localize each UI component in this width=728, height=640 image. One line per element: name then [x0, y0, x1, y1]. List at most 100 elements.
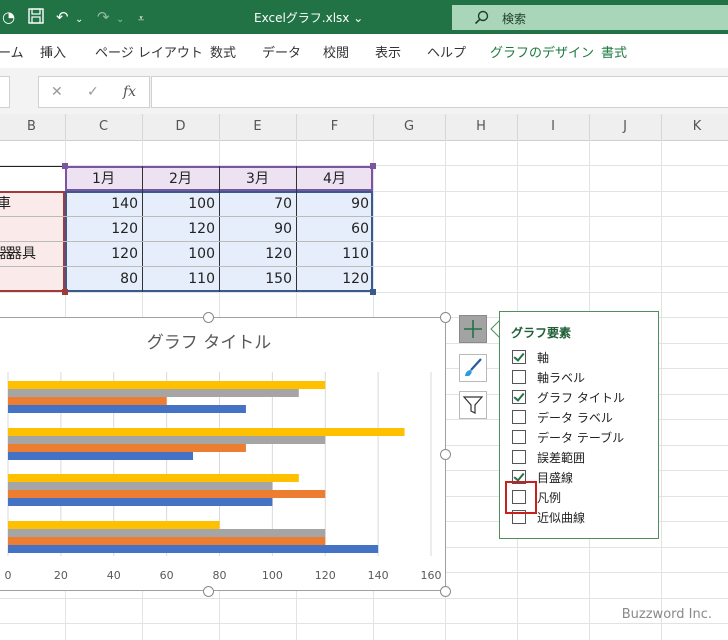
tab-insert[interactable]: 挿入: [40, 42, 66, 61]
column-header-i[interactable]: I: [517, 114, 590, 140]
month-header[interactable]: 3月: [219, 166, 296, 192]
insert-function-icon[interactable]: fx: [123, 84, 136, 100]
search-label: 検索: [502, 12, 527, 26]
value-cell[interactable]: 120: [219, 241, 296, 267]
bar[interactable]: [8, 397, 167, 405]
tab-data[interactable]: データ: [262, 42, 301, 61]
option-label: 誤差範囲: [537, 451, 586, 465]
bar[interactable]: [8, 381, 326, 389]
tab-review[interactable]: 校閲: [323, 42, 349, 61]
bar[interactable]: [8, 405, 246, 413]
option-label: グラフ タイトル: [537, 391, 625, 405]
value-cell[interactable]: 120: [142, 216, 219, 242]
value-cell[interactable]: 120: [65, 241, 142, 267]
bar[interactable]: [8, 482, 273, 490]
save-icon[interactable]: [28, 8, 44, 28]
formula-input[interactable]: [151, 76, 728, 108]
checkbox[interactable]: [512, 430, 526, 444]
value-cell[interactable]: 140: [65, 191, 142, 217]
value-cell[interactable]: 150: [219, 266, 296, 292]
value-cell[interactable]: 90: [219, 216, 296, 242]
value-cell[interactable]: 100: [142, 191, 219, 217]
resize-handle[interactable]: [440, 449, 451, 460]
row-label[interactable]: [0, 266, 61, 292]
column-header-e[interactable]: E: [219, 114, 297, 140]
tab-chart-design[interactable]: グラフのデザイン: [490, 42, 594, 61]
undo-dropdown-icon[interactable]: ⌄: [75, 11, 83, 29]
value-cell[interactable]: 80: [65, 266, 142, 292]
column-header-g[interactable]: G: [373, 114, 446, 140]
resize-handle[interactable]: [440, 312, 451, 323]
bar[interactable]: [8, 428, 405, 436]
bar[interactable]: [8, 537, 326, 545]
formula-buttons: ✕ ✓ fx: [38, 76, 150, 108]
file-name[interactable]: Excelグラフ.xlsx ⌄: [254, 9, 363, 26]
bar[interactable]: [8, 452, 194, 460]
value-cell[interactable]: 120: [65, 216, 142, 242]
column-header-k[interactable]: K: [661, 114, 728, 140]
chart-elements-button[interactable]: [459, 315, 487, 343]
bar[interactable]: [8, 498, 273, 506]
tab-help[interactable]: ヘルプ: [427, 42, 466, 61]
tab-page-layout[interactable]: ページ レイアウト: [95, 42, 203, 61]
enter-icon[interactable]: ✓: [87, 84, 99, 100]
column-header-h[interactable]: H: [445, 114, 518, 140]
chart-elements-icon: [464, 320, 482, 338]
checkbox[interactable]: [512, 390, 526, 404]
redo-icon[interactable]: ↷: [97, 8, 110, 26]
chart-area[interactable]: グラフ タイトル 0 20 40 60 80 100 120 140 160: [0, 317, 446, 591]
tab-formulas[interactable]: 数式: [210, 42, 236, 61]
tab-home[interactable]: ーム: [0, 42, 24, 61]
column-header-f[interactable]: F: [296, 114, 374, 140]
undo-icon[interactable]: ↶: [56, 8, 69, 26]
highlight-box: [505, 481, 537, 514]
bar[interactable]: [8, 545, 379, 553]
autosave-toggle-icon[interactable]: ◔: [2, 8, 15, 26]
column-header-d[interactable]: D: [142, 114, 220, 140]
x-tick-label: 140: [368, 569, 389, 582]
value-cell[interactable]: 110: [296, 241, 373, 267]
checkbox[interactable]: [512, 350, 526, 364]
row-label[interactable]: [0, 216, 61, 242]
chart-filters-button[interactable]: [459, 391, 487, 419]
value-cell[interactable]: 100: [142, 241, 219, 267]
bar[interactable]: [8, 521, 220, 529]
option-label: 近似曲線: [537, 511, 586, 525]
month-header[interactable]: 1月: [65, 166, 142, 192]
bar[interactable]: [8, 444, 246, 452]
chart-styles-button[interactable]: [459, 354, 487, 382]
value-cell[interactable]: 70: [219, 191, 296, 217]
column-header-j[interactable]: J: [589, 114, 662, 140]
watermark: Buzzword Inc.: [621, 607, 712, 622]
resize-handle[interactable]: [440, 586, 451, 597]
value-cell[interactable]: 110: [142, 266, 219, 292]
column-header-b[interactable]: B: [0, 114, 66, 140]
row-label[interactable]: 車: [0, 191, 61, 217]
checkbox[interactable]: [512, 370, 526, 384]
checkbox[interactable]: [512, 450, 526, 464]
bar[interactable]: [8, 474, 299, 482]
row-label[interactable]: 器具: [8, 241, 64, 267]
value-cell[interactable]: 90: [296, 191, 373, 217]
bar[interactable]: [8, 490, 326, 498]
month-header[interactable]: 2月: [142, 166, 219, 192]
tab-view[interactable]: 表示: [375, 42, 401, 61]
x-tick-label: 100: [262, 569, 283, 582]
column-header-c[interactable]: C: [65, 114, 143, 140]
cancel-icon[interactable]: ✕: [51, 84, 63, 100]
bar[interactable]: [8, 389, 299, 397]
month-header[interactable]: 4月: [296, 166, 373, 192]
resize-handle[interactable]: [203, 312, 214, 323]
resize-handle[interactable]: [203, 586, 214, 597]
redo-dropdown-icon[interactable]: ⌄: [116, 11, 124, 29]
value-cell[interactable]: 60: [296, 216, 373, 242]
bar[interactable]: [8, 436, 326, 444]
name-box[interactable]: [0, 76, 10, 108]
customize-qat-icon[interactable]: ⩡: [138, 10, 144, 28]
search-box[interactable]: 検索: [452, 5, 728, 30]
chart-title[interactable]: グラフ タイトル: [147, 333, 271, 353]
value-cell[interactable]: 120: [296, 266, 373, 292]
bar[interactable]: [8, 529, 326, 537]
tab-format[interactable]: 書式: [601, 42, 627, 61]
checkbox[interactable]: [512, 410, 526, 424]
